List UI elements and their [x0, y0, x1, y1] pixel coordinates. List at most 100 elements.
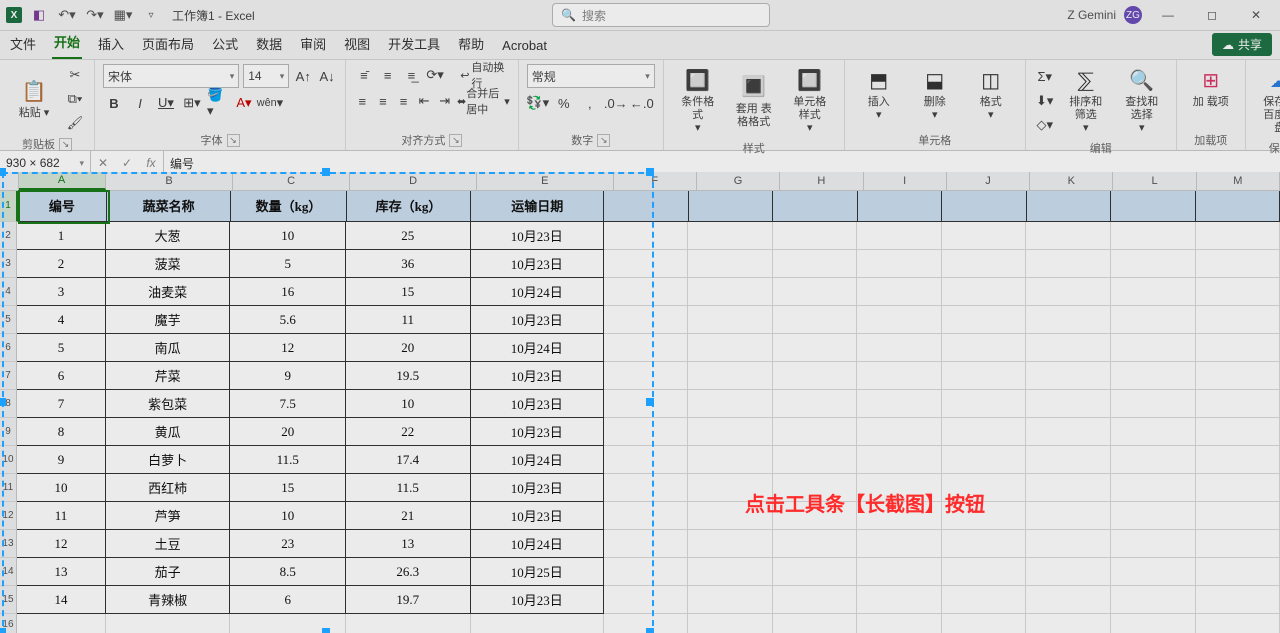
- cell[interactable]: [1026, 390, 1111, 418]
- cell[interactable]: 16: [230, 278, 346, 306]
- cell[interactable]: 8.5: [230, 558, 346, 586]
- cell[interactable]: 10月23日: [471, 502, 604, 530]
- cell[interactable]: [1111, 502, 1196, 530]
- cell[interactable]: [1026, 278, 1111, 306]
- search-input[interactable]: 🔍 搜索: [552, 3, 770, 27]
- cell[interactable]: 库存（kg）: [347, 190, 471, 222]
- cell[interactable]: [1111, 362, 1196, 390]
- cell[interactable]: 25: [346, 222, 470, 250]
- cell[interactable]: [942, 190, 1026, 222]
- accounting-format-icon[interactable]: 💱▾: [527, 92, 549, 114]
- cell[interactable]: [942, 306, 1027, 334]
- column-header[interactable]: E: [477, 172, 614, 190]
- number-format-combo[interactable]: 常规▾: [527, 64, 655, 88]
- user-name[interactable]: Z Gemini: [1067, 8, 1116, 22]
- cell[interactable]: 蔬菜名称: [107, 190, 231, 222]
- cell[interactable]: [773, 250, 858, 278]
- tab-视图[interactable]: 视图: [342, 30, 372, 59]
- cell[interactable]: [1026, 614, 1111, 633]
- cell[interactable]: [688, 474, 773, 502]
- cell[interactable]: 10月24日: [471, 278, 604, 306]
- row-header[interactable]: 13: [0, 530, 17, 558]
- delete-cells-button[interactable]: ⬓删除▾: [909, 64, 961, 124]
- cell[interactable]: [773, 530, 858, 558]
- cell[interactable]: 10: [230, 222, 346, 250]
- decrease-indent-icon[interactable]: ⇤: [416, 90, 433, 112]
- cell[interactable]: 10月25日: [471, 558, 604, 586]
- cell[interactable]: 15: [230, 474, 346, 502]
- cell[interactable]: [106, 614, 230, 633]
- cell[interactable]: [858, 190, 942, 222]
- font-name-combo[interactable]: 宋体▾: [103, 64, 239, 88]
- cell[interactable]: [857, 418, 942, 446]
- row-header[interactable]: 2: [0, 222, 17, 250]
- cell[interactable]: [773, 222, 858, 250]
- cell[interactable]: 11: [17, 502, 106, 530]
- cell[interactable]: [857, 586, 942, 614]
- cell[interactable]: [604, 586, 689, 614]
- cell[interactable]: 10月23日: [471, 474, 604, 502]
- cell[interactable]: [773, 502, 858, 530]
- cell[interactable]: 12: [230, 334, 346, 362]
- row-header[interactable]: 6: [0, 334, 17, 362]
- column-header[interactable]: C: [233, 172, 350, 190]
- cell[interactable]: [688, 306, 773, 334]
- cell[interactable]: [1026, 558, 1111, 586]
- cell[interactable]: 19.5: [346, 362, 470, 390]
- cell[interactable]: [857, 390, 942, 418]
- row-header[interactable]: 10: [0, 446, 17, 474]
- cell[interactable]: 10月24日: [471, 446, 604, 474]
- selection-handle[interactable]: [322, 628, 330, 633]
- cell[interactable]: [773, 474, 858, 502]
- cell[interactable]: [688, 558, 773, 586]
- cell[interactable]: 4: [17, 306, 106, 334]
- tab-开始[interactable]: 开始: [52, 28, 82, 59]
- cell[interactable]: 3: [17, 278, 106, 306]
- cell[interactable]: 9: [17, 446, 106, 474]
- cell[interactable]: [688, 418, 773, 446]
- cell[interactable]: [1196, 502, 1280, 530]
- wrap-text-icon[interactable]: ↩ 自动换行: [460, 64, 510, 86]
- cell[interactable]: [942, 474, 1027, 502]
- cell[interactable]: [1196, 334, 1280, 362]
- cell[interactable]: [688, 614, 773, 633]
- cell[interactable]: [688, 502, 773, 530]
- cell[interactable]: [1027, 190, 1111, 222]
- cell[interactable]: [604, 418, 689, 446]
- cell[interactable]: [688, 250, 773, 278]
- fill-icon[interactable]: ⬇▾: [1034, 90, 1056, 112]
- column-header[interactable]: B: [106, 172, 233, 190]
- cell[interactable]: [1026, 306, 1111, 334]
- column-header[interactable]: K: [1030, 172, 1113, 190]
- font-size-combo[interactable]: 14▾: [243, 64, 289, 88]
- cell[interactable]: [688, 222, 773, 250]
- cell[interactable]: [346, 614, 470, 633]
- tab-文件[interactable]: 文件: [8, 30, 38, 59]
- cell[interactable]: 10月23日: [471, 250, 604, 278]
- cell[interactable]: 7.5: [230, 390, 346, 418]
- cell[interactable]: 10月23日: [471, 362, 604, 390]
- cell[interactable]: [1196, 362, 1280, 390]
- cell[interactable]: 10月23日: [471, 222, 604, 250]
- cell[interactable]: 大葱: [106, 222, 230, 250]
- cell[interactable]: [942, 334, 1027, 362]
- increase-font-icon[interactable]: A↑: [293, 65, 313, 87]
- tab-页面布局[interactable]: 页面布局: [140, 30, 196, 59]
- user-avatar[interactable]: ZG: [1124, 6, 1142, 24]
- cell[interactable]: 5: [17, 334, 106, 362]
- cell[interactable]: [1026, 474, 1111, 502]
- orientation-icon[interactable]: ⟳▾: [425, 64, 445, 86]
- format-cells-button[interactable]: ◫格式▾: [965, 64, 1017, 124]
- merge-center-button[interactable]: ⬌ 合并后居中 ▾: [457, 90, 510, 112]
- column-header[interactable]: M: [1197, 172, 1280, 190]
- cell[interactable]: [471, 614, 604, 633]
- cell[interactable]: 青辣椒: [106, 586, 230, 614]
- cell[interactable]: 数量（kg）: [231, 190, 347, 222]
- column-header[interactable]: D: [350, 172, 477, 190]
- cell[interactable]: [773, 418, 858, 446]
- cell[interactable]: 南瓜: [106, 334, 230, 362]
- align-top-icon[interactable]: ≡̄: [354, 64, 374, 86]
- cell[interactable]: 19.7: [346, 586, 470, 614]
- tab-帮助[interactable]: 帮助: [456, 30, 486, 59]
- cell[interactable]: 西红柿: [106, 474, 230, 502]
